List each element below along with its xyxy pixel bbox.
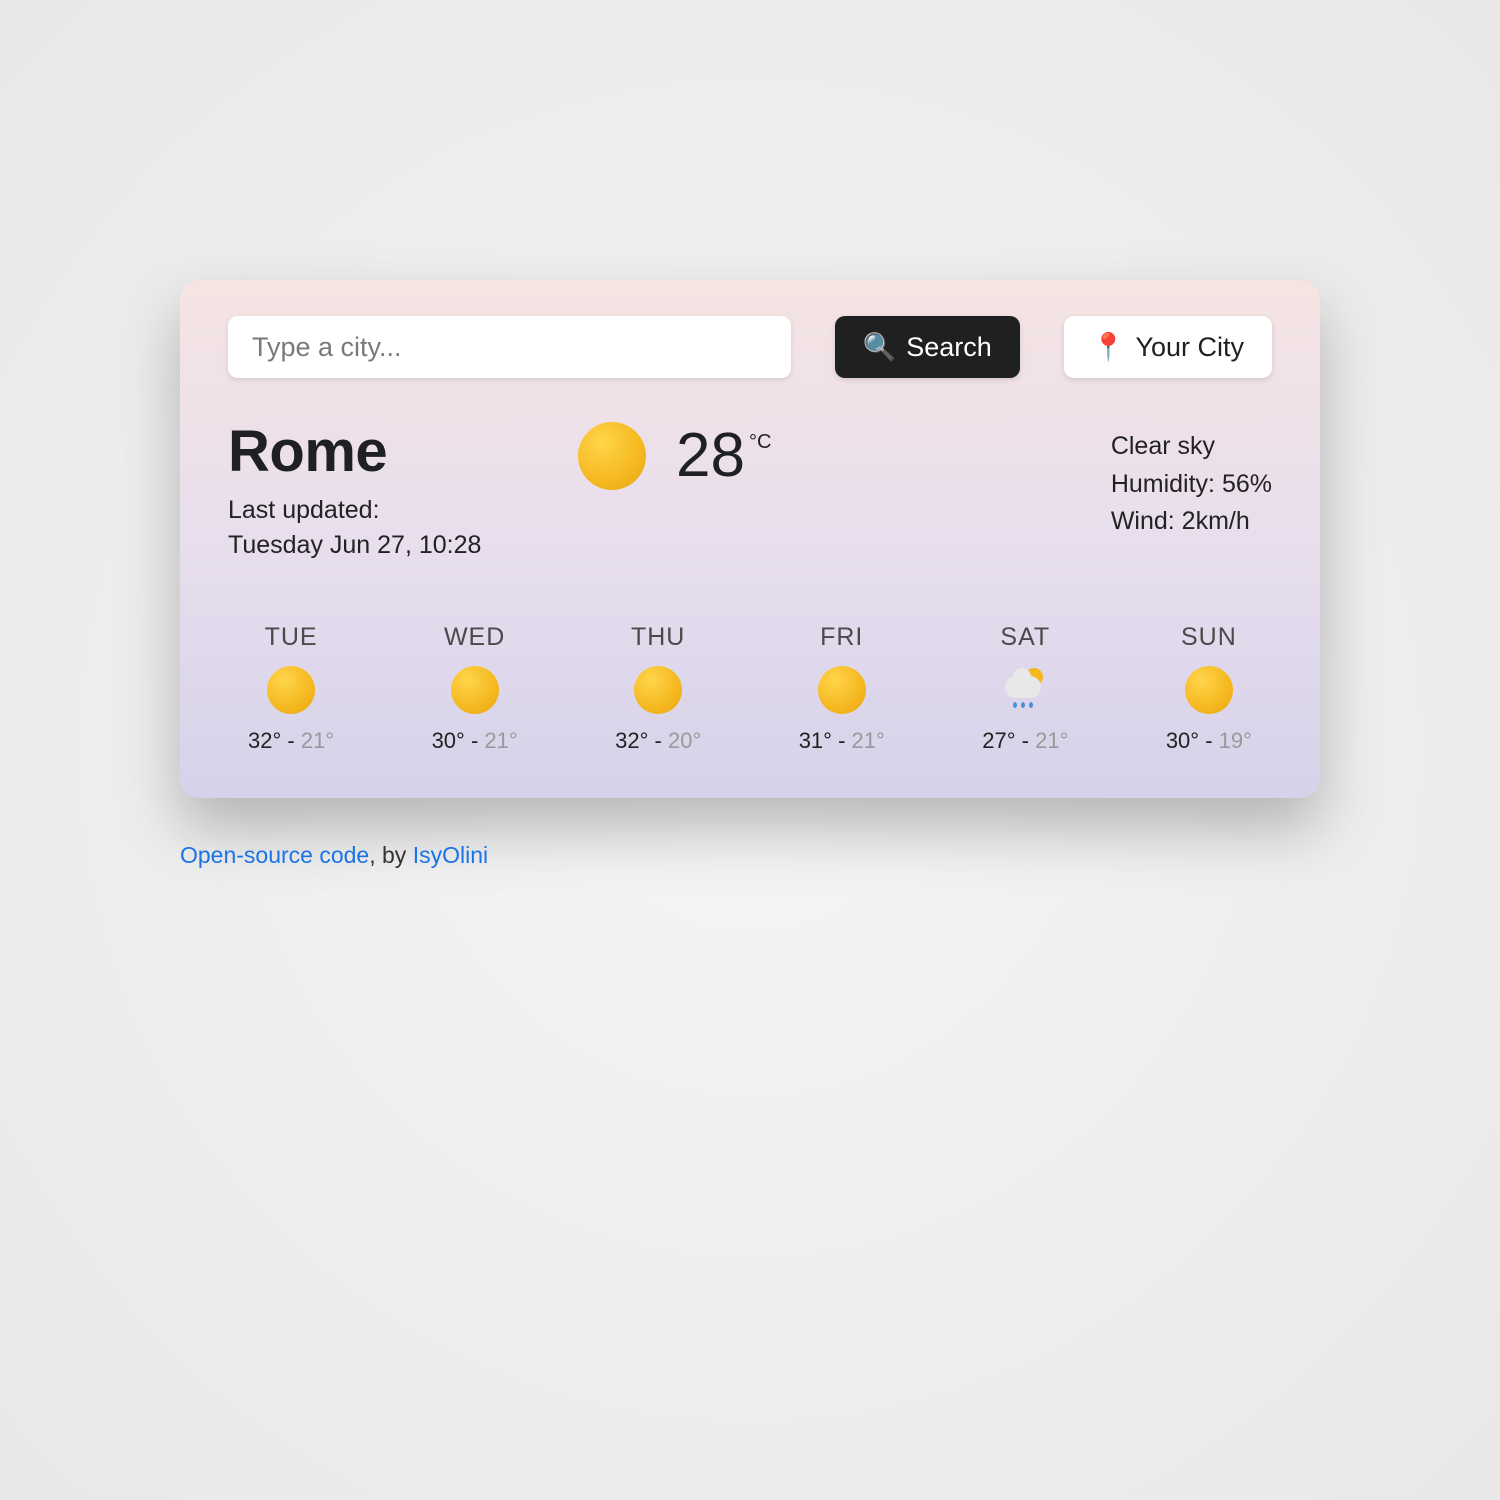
- your-city-button-label: Your City: [1135, 332, 1244, 363]
- last-updated-time: Tuesday Jun 27, 10:28: [228, 528, 528, 563]
- forecast-day: WED 30° - 21°: [432, 623, 518, 754]
- wind-label: Wind:: [1111, 507, 1182, 535]
- city-search-input[interactable]: [228, 316, 791, 378]
- forecast-hi-lo: 31° - 21°: [799, 728, 885, 754]
- forecast-lo: 19°: [1219, 728, 1252, 753]
- sun-icon: [451, 666, 499, 714]
- search-bar: 🔍 Search 📍 Your City: [228, 316, 1272, 378]
- forecast-hi: 30°: [432, 728, 465, 753]
- forecast-lo: 21°: [301, 728, 334, 753]
- author-link[interactable]: IsyOlini: [413, 842, 488, 868]
- forecast-hi: 32°: [615, 728, 648, 753]
- forecast-dash: -: [1016, 728, 1036, 753]
- forecast-lo: 21°: [484, 728, 517, 753]
- forecast-day-label: TUE: [265, 623, 318, 652]
- rain-icon: [1001, 666, 1049, 714]
- forecast-dash: -: [832, 728, 852, 753]
- humidity-label: Humidity:: [1111, 470, 1222, 498]
- forecast-hi: 30°: [1166, 728, 1199, 753]
- condition-text: Clear sky: [1111, 428, 1272, 466]
- search-button[interactable]: 🔍 Search: [835, 316, 1020, 378]
- forecast-dash: -: [648, 728, 668, 753]
- temperature-wrap: 28 °C: [676, 425, 771, 487]
- weather-card: 🔍 Search 📍 Your City Rome Last updated: …: [180, 280, 1320, 798]
- forecast-day-label: SUN: [1181, 623, 1237, 652]
- forecast-hi-lo: 27° - 21°: [982, 728, 1068, 754]
- temperature-unit: °C: [749, 431, 771, 454]
- sun-icon: [267, 666, 315, 714]
- sun-icon: [1185, 666, 1233, 714]
- forecast-day: THU 32° - 20°: [615, 623, 701, 754]
- pin-icon: 📍: [1092, 331, 1126, 363]
- forecast-day: TUE 32° - 21°: [248, 623, 334, 754]
- wind-row: Wind: 2km/h: [1111, 503, 1272, 541]
- forecast-dash: -: [465, 728, 485, 753]
- sun-icon: [634, 666, 682, 714]
- wind-value: 2km/h: [1182, 507, 1250, 535]
- credits: Open-source code, by IsyOlini: [180, 842, 1320, 869]
- forecast-day-label: FRI: [820, 623, 863, 652]
- humidity-value: 56%: [1222, 470, 1272, 498]
- forecast-row: TUE 32° - 21° WED 30° - 21° THU 32° - 20° FRI 3…: [228, 623, 1272, 754]
- forecast-day-label: THU: [631, 623, 685, 652]
- current-mid: 28 °C: [578, 422, 771, 490]
- forecast-hi: 27°: [982, 728, 1015, 753]
- forecast-dash: -: [281, 728, 301, 753]
- forecast-hi: 31°: [799, 728, 832, 753]
- forecast-lo: 21°: [852, 728, 885, 753]
- forecast-hi-lo: 32° - 21°: [248, 728, 334, 754]
- forecast-lo: 21°: [1035, 728, 1068, 753]
- open-source-link[interactable]: Open-source code: [180, 842, 369, 868]
- sun-icon: [578, 422, 646, 490]
- forecast-hi-lo: 32° - 20°: [615, 728, 701, 754]
- humidity-row: Humidity: 56%: [1111, 466, 1272, 504]
- your-city-button[interactable]: 📍 Your City: [1064, 316, 1272, 378]
- current-details: Clear sky Humidity: 56% Wind: 2km/h: [1111, 428, 1272, 541]
- forecast-day-label: WED: [444, 623, 505, 652]
- search-button-label: Search: [906, 332, 992, 363]
- forecast-hi-lo: 30° - 21°: [432, 728, 518, 754]
- temperature-value: 28: [676, 425, 745, 487]
- forecast-day-label: SAT: [1000, 623, 1050, 652]
- forecast-hi-lo: 30° - 19°: [1166, 728, 1252, 754]
- search-icon: 🔍: [863, 331, 897, 363]
- forecast-hi: 32°: [248, 728, 281, 753]
- sun-icon: [818, 666, 866, 714]
- last-updated-label: Last updated:: [228, 493, 528, 528]
- current-weather: Rome Last updated: Tuesday Jun 27, 10:28…: [228, 418, 1272, 563]
- current-left: Rome Last updated: Tuesday Jun 27, 10:28: [228, 418, 528, 563]
- forecast-lo: 20°: [668, 728, 701, 753]
- forecast-day: SUN 30° - 19°: [1166, 623, 1252, 754]
- city-name: Rome: [228, 418, 528, 485]
- forecast-dash: -: [1199, 728, 1219, 753]
- forecast-day: FRI 31° - 21°: [799, 623, 885, 754]
- credits-by: , by: [369, 842, 412, 868]
- forecast-day: SAT 27° - 21°: [982, 623, 1068, 754]
